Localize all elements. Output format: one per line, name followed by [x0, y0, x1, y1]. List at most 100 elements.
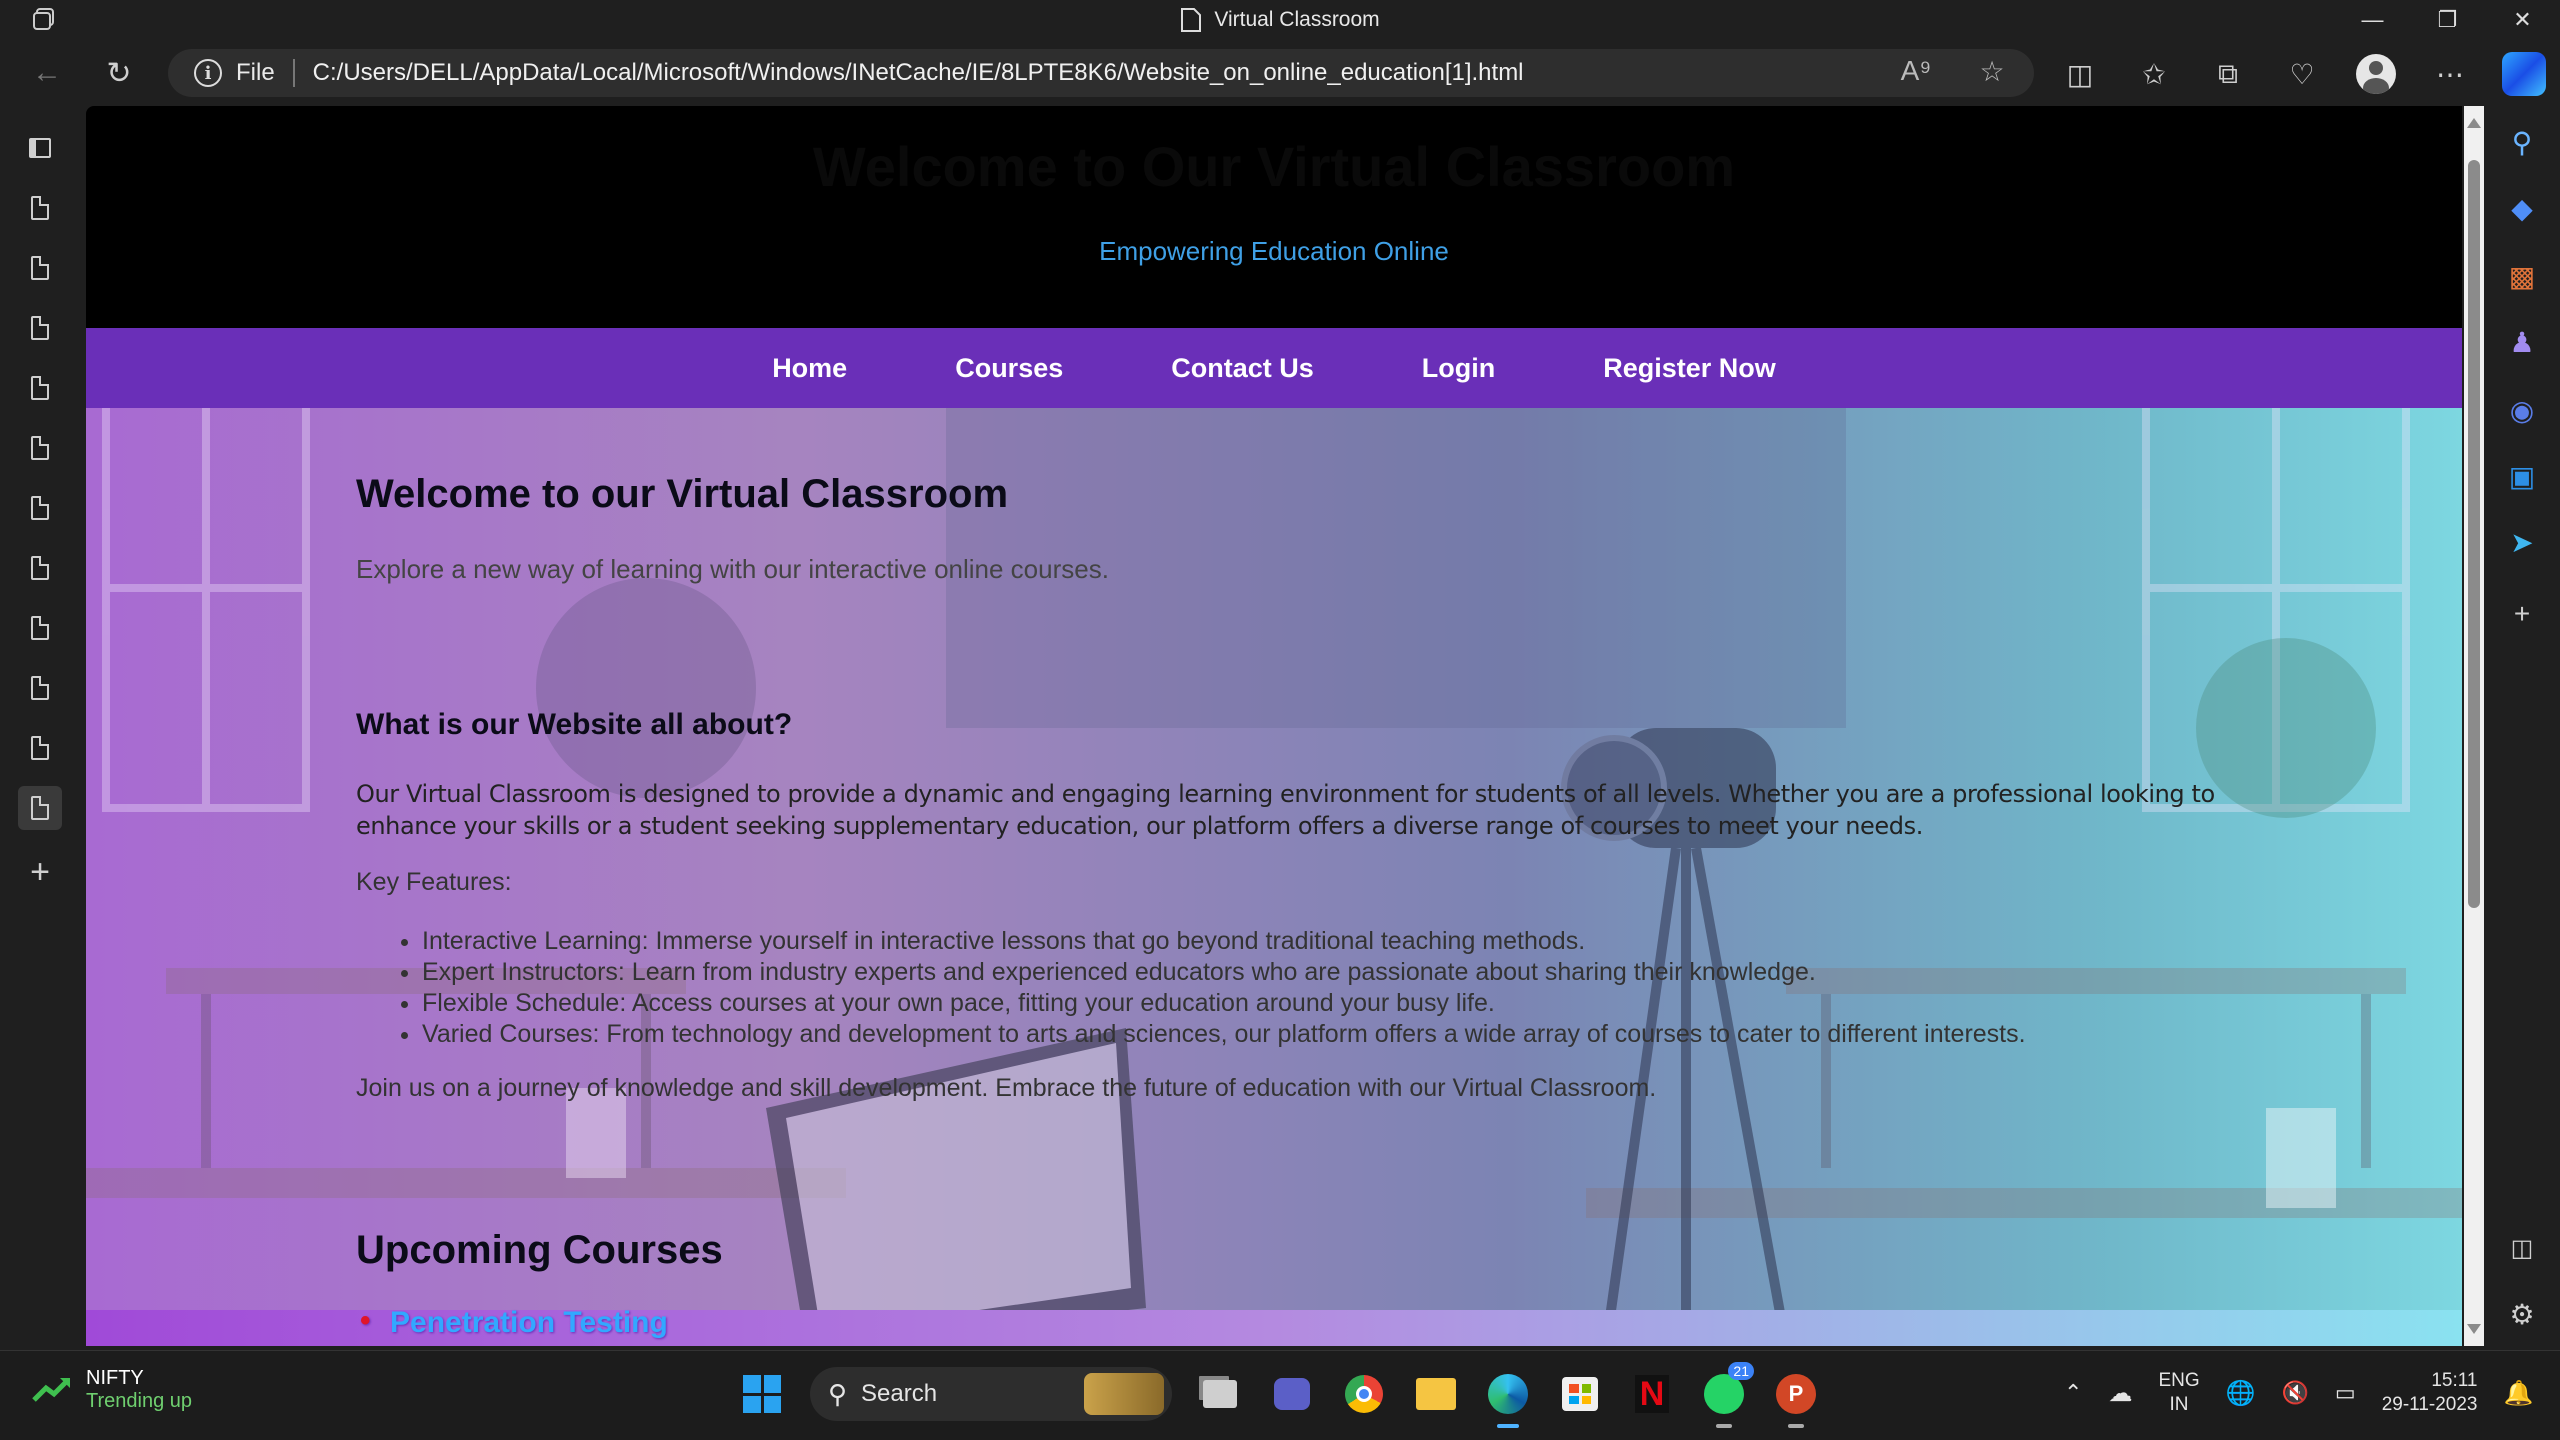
clock[interactable]: 15:11 29-11-2023	[2382, 1369, 2478, 1417]
edge-sidebar: ⚲ ◆ ▩ ♟ ◉ ▣ ➤ + ◫ ⚙	[2484, 104, 2560, 1350]
more-menu-icon[interactable]: ⋯	[2428, 52, 2472, 96]
address-bar[interactable]: i File C:/Users/DELL/AppData/Local/Micro…	[168, 49, 2034, 97]
split-screen-icon[interactable]: ◫	[2058, 52, 2102, 96]
edge-icon	[1488, 1374, 1528, 1414]
ticker-name: NIFTY	[86, 1367, 144, 1389]
powerpoint-button[interactable]: P	[1772, 1370, 1820, 1428]
netflix-icon: N	[1635, 1375, 1669, 1413]
favorites-icon[interactable]: ✩	[2132, 52, 2176, 96]
settings-gear-icon[interactable]: ⚙	[2504, 1296, 2540, 1332]
nav-register-now[interactable]: Register Now	[1549, 353, 1830, 384]
url-text[interactable]: C:/Users/DELL/AppData/Local/Microsoft/Wi…	[313, 59, 1524, 87]
outlook-icon[interactable]: ▣	[2504, 458, 2540, 494]
market-widget[interactable]: NIFTY Trending up	[32, 1367, 192, 1413]
close-button[interactable]: ✕	[2485, 0, 2560, 40]
drop-send-icon[interactable]: ➤	[2504, 524, 2540, 560]
tab-active[interactable]	[18, 786, 62, 830]
site-title: Welcome to Our Virtual Classroom	[812, 135, 1736, 198]
hide-sidebar-icon[interactable]: ◫	[2504, 1230, 2540, 1266]
task-view-button[interactable]	[1196, 1370, 1244, 1418]
tools-briefcase-icon[interactable]: ▩	[2504, 258, 2540, 294]
window-title-text: Virtual Classroom	[1214, 8, 1380, 31]
language-indicator[interactable]: ENG IN	[2158, 1369, 2199, 1417]
title-bar: Virtual Classroom — ❐ ✕	[0, 0, 2560, 40]
address-divider	[292, 59, 295, 87]
browser-essentials-icon[interactable]: ♡	[2280, 52, 2324, 96]
region-code: IN	[2169, 1394, 2189, 1415]
web-page: Welcome to Our Virtual Classroom Empower…	[86, 106, 2462, 1346]
teams-meet-button[interactable]	[1268, 1370, 1316, 1418]
windows-logo-icon	[743, 1375, 781, 1413]
search-icon[interactable]: ⚲	[2504, 124, 2540, 160]
nav-login[interactable]: Login	[1368, 353, 1549, 384]
document-icon	[31, 436, 49, 460]
search-icon: ⚲	[828, 1378, 848, 1409]
tab-5[interactable]	[18, 426, 62, 470]
document-icon	[31, 376, 49, 400]
edge-button[interactable]	[1484, 1370, 1532, 1428]
document-icon	[31, 556, 49, 580]
refresh-button[interactable]: ↻	[98, 52, 140, 94]
nav-home[interactable]: Home	[718, 353, 901, 384]
features-list: Interactive Learning: Immerse yourself i…	[422, 926, 2322, 1050]
tab-3[interactable]	[18, 306, 62, 350]
file-explorer-button[interactable]	[1412, 1370, 1460, 1418]
search-label: Search	[861, 1380, 938, 1407]
chrome-button[interactable]	[1340, 1370, 1388, 1418]
time-text: 15:11	[2431, 1370, 2478, 1391]
scroll-up-arrow[interactable]	[2467, 118, 2481, 128]
games-icon[interactable]: ♟	[2504, 324, 2540, 360]
favorite-star-icon[interactable]: ☆	[1974, 55, 2010, 88]
browser-toolbar: ← ↻ i File C:/Users/DELL/AppData/Local/M…	[0, 40, 2560, 104]
store-button[interactable]	[1556, 1370, 1604, 1418]
about-text: Our Virtual Classroom is designed to pro…	[356, 780, 2215, 840]
document-icon	[31, 736, 49, 760]
restore-button[interactable]: ❐	[2410, 0, 2485, 40]
scroll-down-arrow[interactable]	[2467, 1324, 2481, 1334]
scroll-thumb[interactable]	[2468, 160, 2480, 908]
profile-button[interactable]	[2354, 52, 2398, 96]
chevron-up-icon[interactable]: ⌃	[2064, 1380, 2082, 1406]
tab-1[interactable]	[18, 186, 62, 230]
tab-6[interactable]	[18, 486, 62, 530]
tab-4[interactable]	[18, 366, 62, 410]
add-sidebar-app-icon[interactable]: +	[2504, 596, 2540, 632]
whatsapp-icon	[1704, 1374, 1744, 1414]
start-button[interactable]	[738, 1370, 786, 1418]
network-globe-icon[interactable]: 🌐	[2226, 1379, 2256, 1408]
onedrive-cloud-icon[interactable]: ☁	[2108, 1379, 2132, 1408]
taskbar-search[interactable]: ⚲ Search	[810, 1367, 1172, 1421]
document-icon	[31, 316, 49, 340]
info-icon[interactable]: i	[194, 59, 222, 87]
nav-contact-us[interactable]: Contact Us	[1117, 353, 1368, 384]
nav-courses[interactable]: Courses	[901, 353, 1117, 384]
tab-9[interactable]	[18, 666, 62, 710]
welcome-text: Explore a new way of learning with our i…	[356, 554, 1109, 584]
minimize-button[interactable]: —	[2335, 0, 2410, 40]
document-settings-icon	[31, 676, 49, 700]
collections-icon[interactable]: ⧉	[2206, 52, 2250, 96]
page-scrollbar[interactable]	[2464, 106, 2484, 1346]
copilot-sidebar-icon[interactable]: ◉	[2504, 392, 2540, 428]
netflix-button[interactable]: N	[1628, 1370, 1676, 1418]
tab-2[interactable]	[18, 246, 62, 290]
course-link-penetration-testing[interactable]: Penetration Testing	[360, 1304, 668, 1340]
tab-panel-toggle[interactable]	[18, 126, 62, 170]
site-nav: Home Courses Contact Us Login Register N…	[86, 328, 2462, 408]
shopping-tag-icon[interactable]: ◆	[2504, 190, 2540, 226]
new-tab-button[interactable]: +	[18, 850, 62, 894]
meet-icon	[1274, 1378, 1310, 1410]
battery-icon[interactable]: ▭	[2335, 1380, 2356, 1406]
tab-7[interactable]	[18, 546, 62, 590]
whatsapp-button[interactable]: 21	[1700, 1362, 1754, 1428]
volume-muted-icon[interactable]: 🔇	[2282, 1380, 2309, 1406]
back-button[interactable]: ←	[26, 52, 68, 94]
copilot-button[interactable]	[2502, 52, 2546, 96]
read-aloud-icon[interactable]: A⁹	[1898, 55, 1934, 88]
tab-8[interactable]	[18, 606, 62, 650]
tab-10[interactable]	[18, 726, 62, 770]
hero-section: Welcome to our Virtual Classroom Explore…	[86, 408, 2462, 1346]
chrome-icon	[1345, 1375, 1383, 1413]
notification-bell-icon[interactable]: 🔔	[2504, 1379, 2534, 1408]
powerpoint-icon: P	[1776, 1374, 1816, 1414]
